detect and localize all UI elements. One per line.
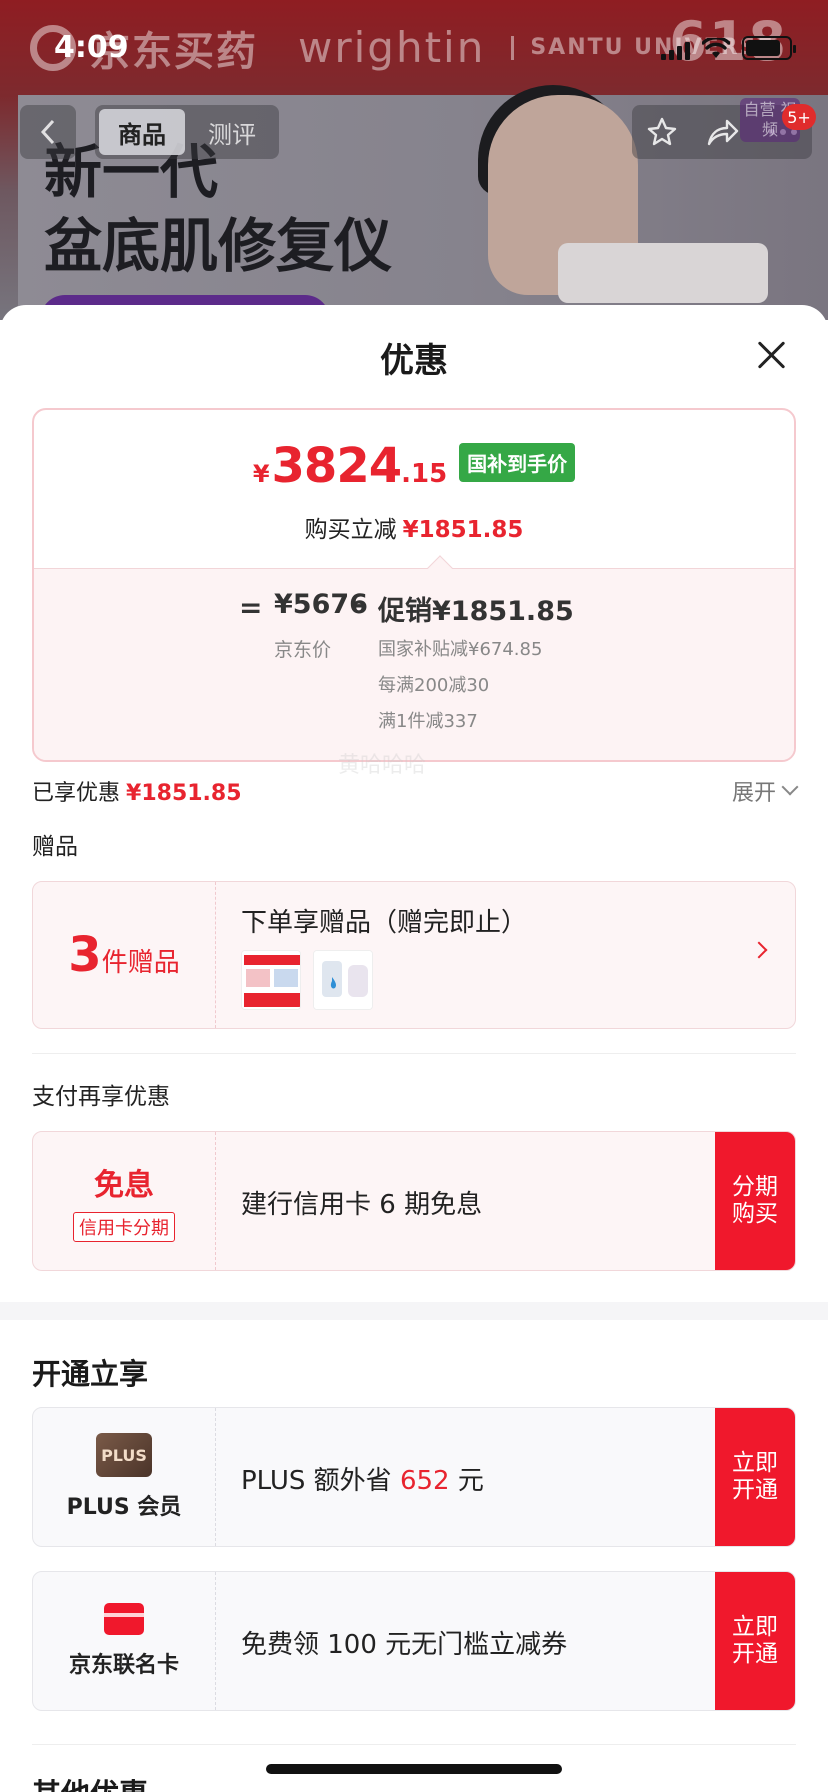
share-icon[interactable] [706, 117, 740, 147]
other-section-label: 其他优惠 [32, 1771, 148, 1792]
chevron-right-icon [750, 941, 768, 959]
open-section-label: 开通立享 [32, 1357, 149, 1391]
promo-item: 满1件减337 [378, 711, 478, 732]
price-summary-card: ¥ 3824 .15 国补到手价 购买立减 ¥1851.85 = ¥5676 京东… [32, 408, 796, 762]
home-indicator [266, 1764, 562, 1774]
jd-card-open-button[interactable]: 立即 开通 [715, 1572, 795, 1710]
tab-review[interactable]: 测评 [189, 109, 275, 155]
plus-label: PLUS 会员 [66, 1495, 182, 1520]
star-icon[interactable] [646, 116, 678, 148]
promo-total: 促销¥1851.85 [378, 596, 574, 627]
pay-section-label: 支付再享优惠 [32, 1084, 170, 1110]
battery-icon [742, 36, 796, 60]
minus-sign: – [350, 589, 364, 620]
reduction-value: ¥1851.85 [402, 517, 524, 543]
price-decimal: .15 [401, 459, 448, 489]
wifi-icon [702, 38, 730, 58]
jd-price-label: 京东价 [274, 639, 332, 661]
price-integer: 3824 [271, 438, 403, 494]
price-currency: ¥ [252, 460, 270, 488]
tab-product[interactable]: 商品 [99, 109, 185, 155]
jd-card-label: 京东联名卡 [68, 1653, 179, 1678]
price-breakdown: = ¥5676 京东价 – 促销¥1851.85 国家补贴减¥674.85 每满… [34, 568, 794, 760]
credit-installment-tag: 信用卡分期 [73, 1212, 175, 1242]
equals-sign: = [239, 591, 263, 624]
gift-thumbnail [241, 950, 301, 1010]
expand-button[interactable]: 展开 [732, 775, 799, 807]
status-icons [661, 36, 796, 60]
plus-text: PLUS 额外省 652 元 [241, 1466, 484, 1496]
back-button[interactable] [20, 105, 76, 159]
close-icon[interactable] [752, 335, 792, 375]
cart-badge: 5+ [782, 104, 816, 130]
brand-partner: wrightin [298, 23, 486, 72]
back-arrow-icon [40, 119, 55, 145]
chevron-down-icon [781, 778, 799, 796]
discount-sheet: 优惠 ¥ 3824 .15 国补到手价 购买立减 ¥1851.85 = ¥5676… [0, 305, 828, 1792]
product-page-background: 京东买药 wrightin SANTU UNIVERSE 618 新一代 盆底肌… [0, 0, 828, 320]
plus-icon: PLUS [96, 1433, 152, 1477]
signal-icon [661, 40, 690, 60]
installment-buy-button[interactable]: 分期 购买 [715, 1132, 795, 1270]
interest-free-label: 免息 [94, 1168, 154, 1203]
subsidy-price-tag: 国补到手价 [459, 442, 576, 482]
gift-card[interactable]: 3件赠品 下单享赠品（赠完即止） [32, 881, 796, 1029]
status-time: 4:09 [54, 30, 129, 65]
device-photo [558, 243, 768, 303]
plus-open-button[interactable]: 立即 开通 [715, 1408, 795, 1546]
credit-card-icon [104, 1603, 144, 1635]
plus-card: PLUS PLUS 会员 PLUS 额外省 652 元 立即 开通 [32, 1407, 796, 1547]
jd-card-offer: 京东联名卡 免费领 100 元无门槛立减券 立即 开通 [32, 1571, 796, 1711]
enjoyed-value: ¥1851.85 [126, 781, 242, 806]
promo-item: 每满200减30 [378, 675, 490, 696]
watermark: 黄哈哈哈 [338, 753, 427, 778]
jd-card-text: 免费领 100 元无门槛立减券 [241, 1630, 568, 1660]
installment-card: 免息 信用卡分期 建行信用卡 6 期免息 分期 购买 [32, 1131, 796, 1271]
gift-title: 下单享赠品（赠完即止） [241, 908, 528, 938]
purchase-reduction: 购买立减 ¥1851.85 [304, 517, 524, 543]
plus-saving-amount: 652 [399, 1466, 450, 1496]
product-tabs: 商品 测评 [95, 105, 279, 159]
gift-thumbnail [313, 950, 373, 1010]
sheet-title: 优惠 [380, 341, 448, 381]
gift-section-label: 赠品 [32, 834, 78, 860]
promo-item: 国家补贴减¥674.85 [378, 639, 543, 660]
installment-text: 建行信用卡 6 期免息 [241, 1190, 483, 1220]
gift-count: 3件赠品 [68, 927, 180, 983]
final-price: ¥ 3824 .15 国补到手价 [34, 438, 794, 494]
enjoyed-discount: 已享优惠 ¥1851.85 [32, 781, 242, 806]
